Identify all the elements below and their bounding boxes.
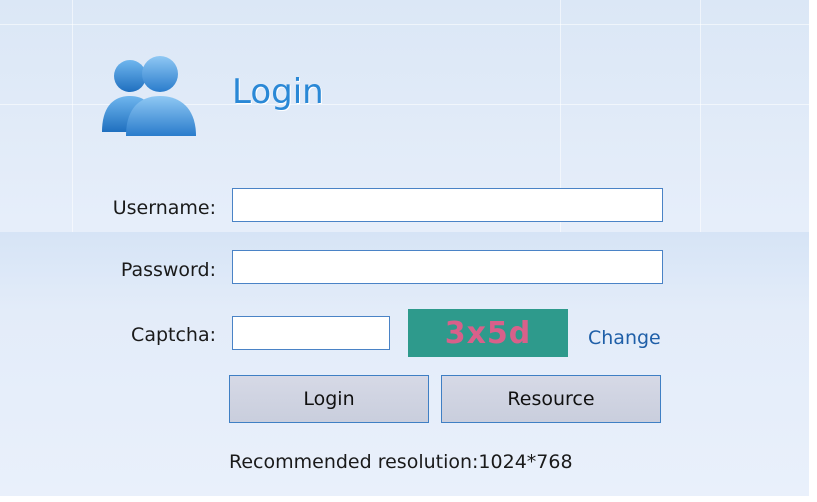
change-captcha-link[interactable]: Change xyxy=(588,327,661,349)
resource-button[interactable]: Resource xyxy=(441,375,661,423)
captcha-image-text: 3x5d xyxy=(444,315,532,351)
username-field[interactable] xyxy=(232,188,663,222)
captcha-label: Captcha: xyxy=(131,324,216,346)
resolution-hint: Recommended resolution:1024*768 xyxy=(229,451,573,473)
captcha-image[interactable]: 3x5d xyxy=(408,309,568,357)
decor-line xyxy=(700,0,701,232)
login-panel: Login Username: Password: Captcha: 3x5d … xyxy=(0,0,817,502)
users-icon xyxy=(102,56,196,136)
password-field[interactable] xyxy=(232,250,663,284)
decor-line xyxy=(0,24,809,25)
captcha-field[interactable] xyxy=(232,316,390,350)
right-edge xyxy=(809,0,817,502)
login-header: Login xyxy=(96,52,416,138)
username-label: Username: xyxy=(112,197,216,219)
login-button[interactable]: Login xyxy=(229,375,429,423)
page-title: Login xyxy=(232,72,324,112)
password-label: Password: xyxy=(120,259,216,281)
bottom-edge xyxy=(0,496,817,502)
